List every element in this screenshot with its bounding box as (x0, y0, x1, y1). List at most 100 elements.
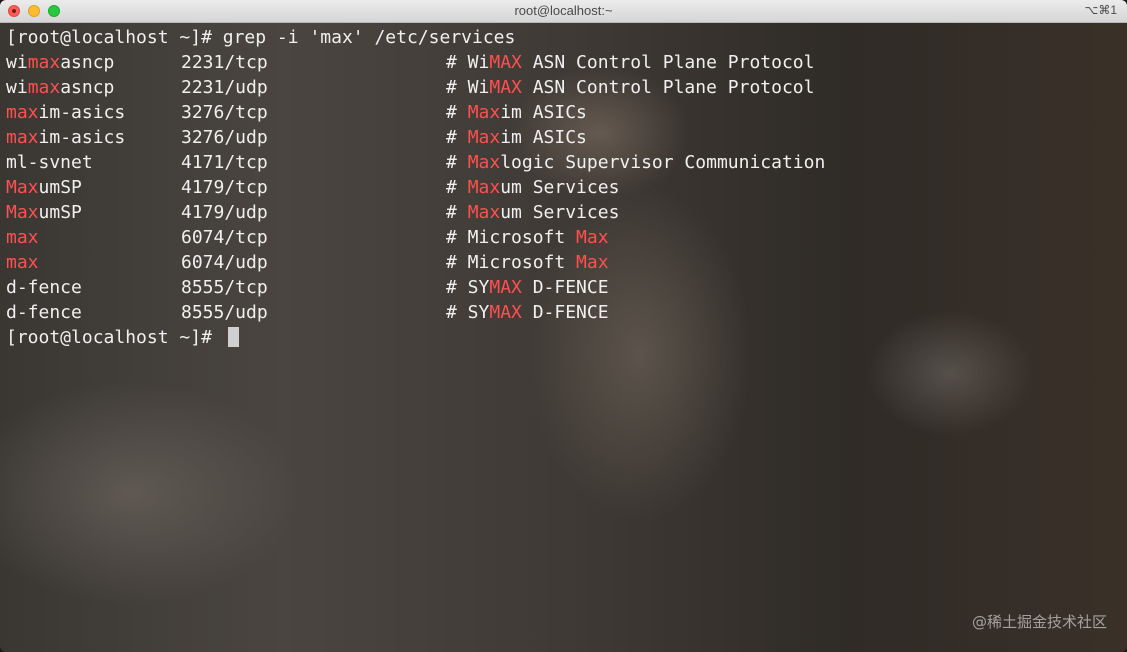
output-line: MaxumSP 4179/udp # Maxum Services (6, 200, 825, 225)
output-line: d-fence 8555/tcp # SYMAX D-FENCE (6, 275, 825, 300)
output-line: maxim-asics 3276/tcp # Maxim ASICs (6, 100, 825, 125)
match-highlight: max (27, 52, 61, 73)
match-highlight: max (27, 77, 61, 98)
terminal-window: root@localhost:~ ⌥⌘1 [root@localhost ~]#… (0, 0, 1127, 652)
output-line: ml-svnet 4171/tcp # Maxlogic Supervisor Co… (6, 150, 825, 175)
terminal-output: [root@localhost ~]# grep -i 'max' /etc/s… (6, 25, 825, 350)
service-name: MaxumSP (6, 175, 181, 200)
service-name-part: im-asics (38, 102, 126, 123)
service-comment: # SYMAX D-FENCE (446, 302, 609, 323)
comment-part: # SY (446, 302, 490, 323)
service-comment: # WiMAX ASN Control Plane Protocol (446, 52, 814, 73)
match-highlight: Max (467, 127, 501, 148)
comment-part: logic Supervisor Communication (500, 152, 826, 173)
service-comment: # Maxim ASICs (446, 127, 587, 148)
service-name-part: wi (6, 52, 28, 73)
port-protocol: 4179/tcp (181, 177, 268, 198)
port-protocol: 8555/udp (181, 302, 268, 323)
service-name-part: im-asics (38, 127, 126, 148)
command-text: grep -i 'max' /etc/services (222, 27, 516, 48)
output-line: wimaxasncp 2231/udp # WiMAX ASN Control Pl… (6, 75, 825, 100)
service-name: d-fence (6, 300, 181, 325)
comment-part: # SY (446, 277, 490, 298)
comment-part: im ASICs (500, 102, 587, 123)
output-line: maxim-asics 3276/udp # Maxim ASICs (6, 125, 825, 150)
service-comment: # Microsoft Max (446, 252, 609, 273)
service-name-part: asncp (60, 77, 115, 98)
comment-part: # Microsoft (446, 252, 577, 273)
service-name: d-fence (6, 275, 181, 300)
match-highlight: MAX (489, 277, 522, 298)
service-comment: # Maxum Services (446, 177, 619, 198)
port-protocol: 2231/udp (181, 77, 268, 98)
shell-prompt: [root@localhost ~]# (6, 27, 223, 48)
comment-part: ASN Control Plane Protocol (521, 52, 815, 73)
output-line: max 6074/tcp # Microsoft Max (6, 225, 825, 250)
match-highlight: max (6, 127, 39, 148)
output-line: max 6074/udp # Microsoft Max (6, 250, 825, 275)
service-name: maxim-asics (6, 100, 181, 125)
service-name-part: umSP (38, 177, 82, 198)
service-name-part: asncp (60, 52, 115, 73)
match-highlight: MAX (489, 302, 522, 323)
port-protocol: 6074/tcp (181, 227, 268, 248)
service-comment: # Maxim ASICs (446, 102, 587, 123)
service-name: MaxumSP (6, 200, 181, 225)
service-name-part: umSP (38, 202, 82, 223)
comment-part: im ASICs (500, 127, 587, 148)
service-name: wimaxasncp (6, 75, 181, 100)
comment-part: # (446, 202, 468, 223)
comment-part: D-FENCE (521, 302, 609, 323)
match-highlight: Max (6, 177, 39, 198)
match-highlight: Max (467, 202, 501, 223)
comment-part: # Wi (446, 52, 490, 73)
port-protocol: 3276/udp (181, 127, 268, 148)
match-highlight: Max (576, 227, 609, 248)
match-highlight: Max (6, 202, 39, 223)
match-highlight: max (6, 102, 39, 123)
service-name: wimaxasncp (6, 50, 181, 75)
service-name: max (6, 225, 181, 250)
match-highlight: max (6, 252, 39, 273)
comment-part: # (446, 152, 468, 173)
comment-part: # (446, 177, 468, 198)
watermark: @稀土掘金技术社区 (971, 613, 1107, 631)
service-comment: # Microsoft Max (446, 227, 609, 248)
match-highlight: Max (467, 102, 501, 123)
match-highlight: Max (467, 152, 501, 173)
comment-part: # Wi (446, 77, 490, 98)
service-name-part: wi (6, 77, 28, 98)
match-highlight: Max (467, 177, 501, 198)
service-comment: # WiMAX ASN Control Plane Protocol (446, 77, 814, 98)
port-protocol: 4171/tcp (181, 152, 268, 173)
comment-part: # (446, 127, 468, 148)
output-line: d-fence 8555/udp # SYMAX D-FENCE (6, 300, 825, 325)
shell-prompt: [root@localhost ~]# (6, 327, 223, 348)
command-line: [root@localhost ~]# grep -i 'max' /etc/s… (6, 25, 825, 50)
port-protocol: 4179/udp (181, 202, 268, 223)
service-name: max (6, 250, 181, 275)
prompt-line[interactable]: [root@localhost ~]# (6, 325, 825, 350)
match-highlight: max (6, 227, 39, 248)
comment-part: D-FENCE (521, 277, 609, 298)
output-line: wimaxasncp 2231/tcp # WiMAX ASN Control Pl… (6, 50, 825, 75)
output-line: MaxumSP 4179/tcp # Maxum Services (6, 175, 825, 200)
port-protocol: 8555/tcp (181, 277, 268, 298)
comment-part: um Services (500, 177, 620, 198)
window-shortcut-label: ⌥⌘1 (1084, 3, 1117, 17)
service-comment: # Maxum Services (446, 202, 619, 223)
port-protocol: 2231/tcp (181, 52, 268, 73)
service-name-part: ml-svnet (6, 152, 93, 173)
service-name: maxim-asics (6, 125, 181, 150)
service-name-part: d-fence (6, 302, 82, 323)
terminal-content[interactable]: [root@localhost ~]# grep -i 'max' /etc/s… (0, 23, 1127, 652)
comment-part: um Services (500, 202, 620, 223)
match-highlight: MAX (489, 52, 522, 73)
window-title: root@localhost:~ (514, 3, 613, 18)
service-comment: # Maxlogic Supervisor Communication (446, 152, 825, 173)
match-highlight: MAX (489, 77, 522, 98)
title-bar[interactable]: root@localhost:~ ⌥⌘1 (0, 0, 1127, 23)
service-comment: # SYMAX D-FENCE (446, 277, 609, 298)
comment-part: # Microsoft (446, 227, 577, 248)
service-name-part: d-fence (6, 277, 82, 298)
